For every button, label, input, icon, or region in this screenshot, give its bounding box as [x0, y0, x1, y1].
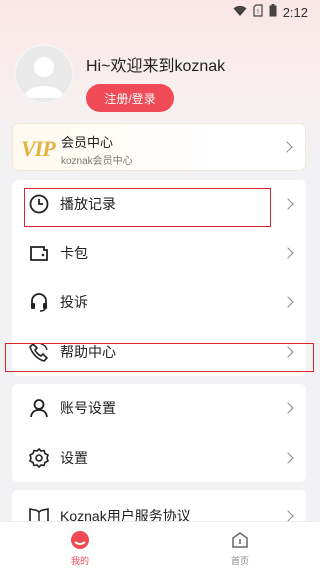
svg-text:!: !	[257, 9, 259, 16]
status-bar: ! 2:12	[0, 0, 320, 24]
vip-subtitle: koznak会员中心	[61, 156, 133, 167]
menu-item-label: 投诉	[60, 294, 88, 310]
mine-icon	[70, 530, 90, 554]
menu-item-label: 设置	[60, 450, 88, 466]
no-sim-icon: !	[253, 4, 263, 20]
chevron-right-icon	[282, 198, 294, 210]
register-login-button[interactable]: 注册/登录	[86, 84, 174, 112]
wallet-icon	[28, 242, 50, 264]
greeting-text: Hi~欢迎来到koznak	[86, 58, 226, 75]
bottom-tab-bar: 我的 首页	[0, 521, 320, 569]
battery-icon	[269, 4, 277, 20]
menu-item-card-wallet[interactable]: 卡包	[12, 229, 306, 277]
chevron-right-icon	[282, 247, 294, 259]
menu-item-settings[interactable]: 设置	[12, 434, 306, 482]
headset-icon	[28, 291, 50, 313]
menu-item-label: 账号设置	[60, 400, 116, 416]
user-icon	[28, 397, 50, 419]
menu-item-account-settings[interactable]: 账号设置	[12, 384, 306, 432]
avatar[interactable]	[14, 44, 74, 104]
highlight-box-help-center	[5, 343, 314, 372]
chevron-right-icon	[282, 296, 294, 308]
menu-card-account: 账号设置 设置	[12, 384, 306, 482]
wifi-icon	[233, 5, 247, 20]
status-time: 2:12	[282, 4, 308, 20]
vip-title: 会员中心	[61, 135, 114, 150]
chevron-right-icon	[282, 452, 294, 464]
tab-label: 首页	[230, 556, 249, 566]
tab-mine[interactable]: 我的	[50, 528, 110, 568]
menu-item-label: 卡包	[60, 245, 88, 261]
chevron-right-icon	[282, 402, 294, 414]
menu-item-complaint[interactable]: 投诉	[12, 278, 306, 326]
tab-label: 我的	[70, 556, 89, 566]
tab-home[interactable]: 首页	[210, 528, 270, 568]
highlight-box-play-history	[24, 188, 271, 227]
chevron-right-icon	[282, 510, 294, 522]
vip-center-card[interactable]: VIP 会员中心 koznak会员中心	[12, 123, 306, 171]
gear-icon	[28, 447, 50, 469]
chevron-right-icon	[281, 141, 293, 153]
default-avatar-icon	[24, 57, 64, 98]
home-icon	[230, 530, 250, 554]
vip-logo: VIP	[21, 136, 56, 161]
